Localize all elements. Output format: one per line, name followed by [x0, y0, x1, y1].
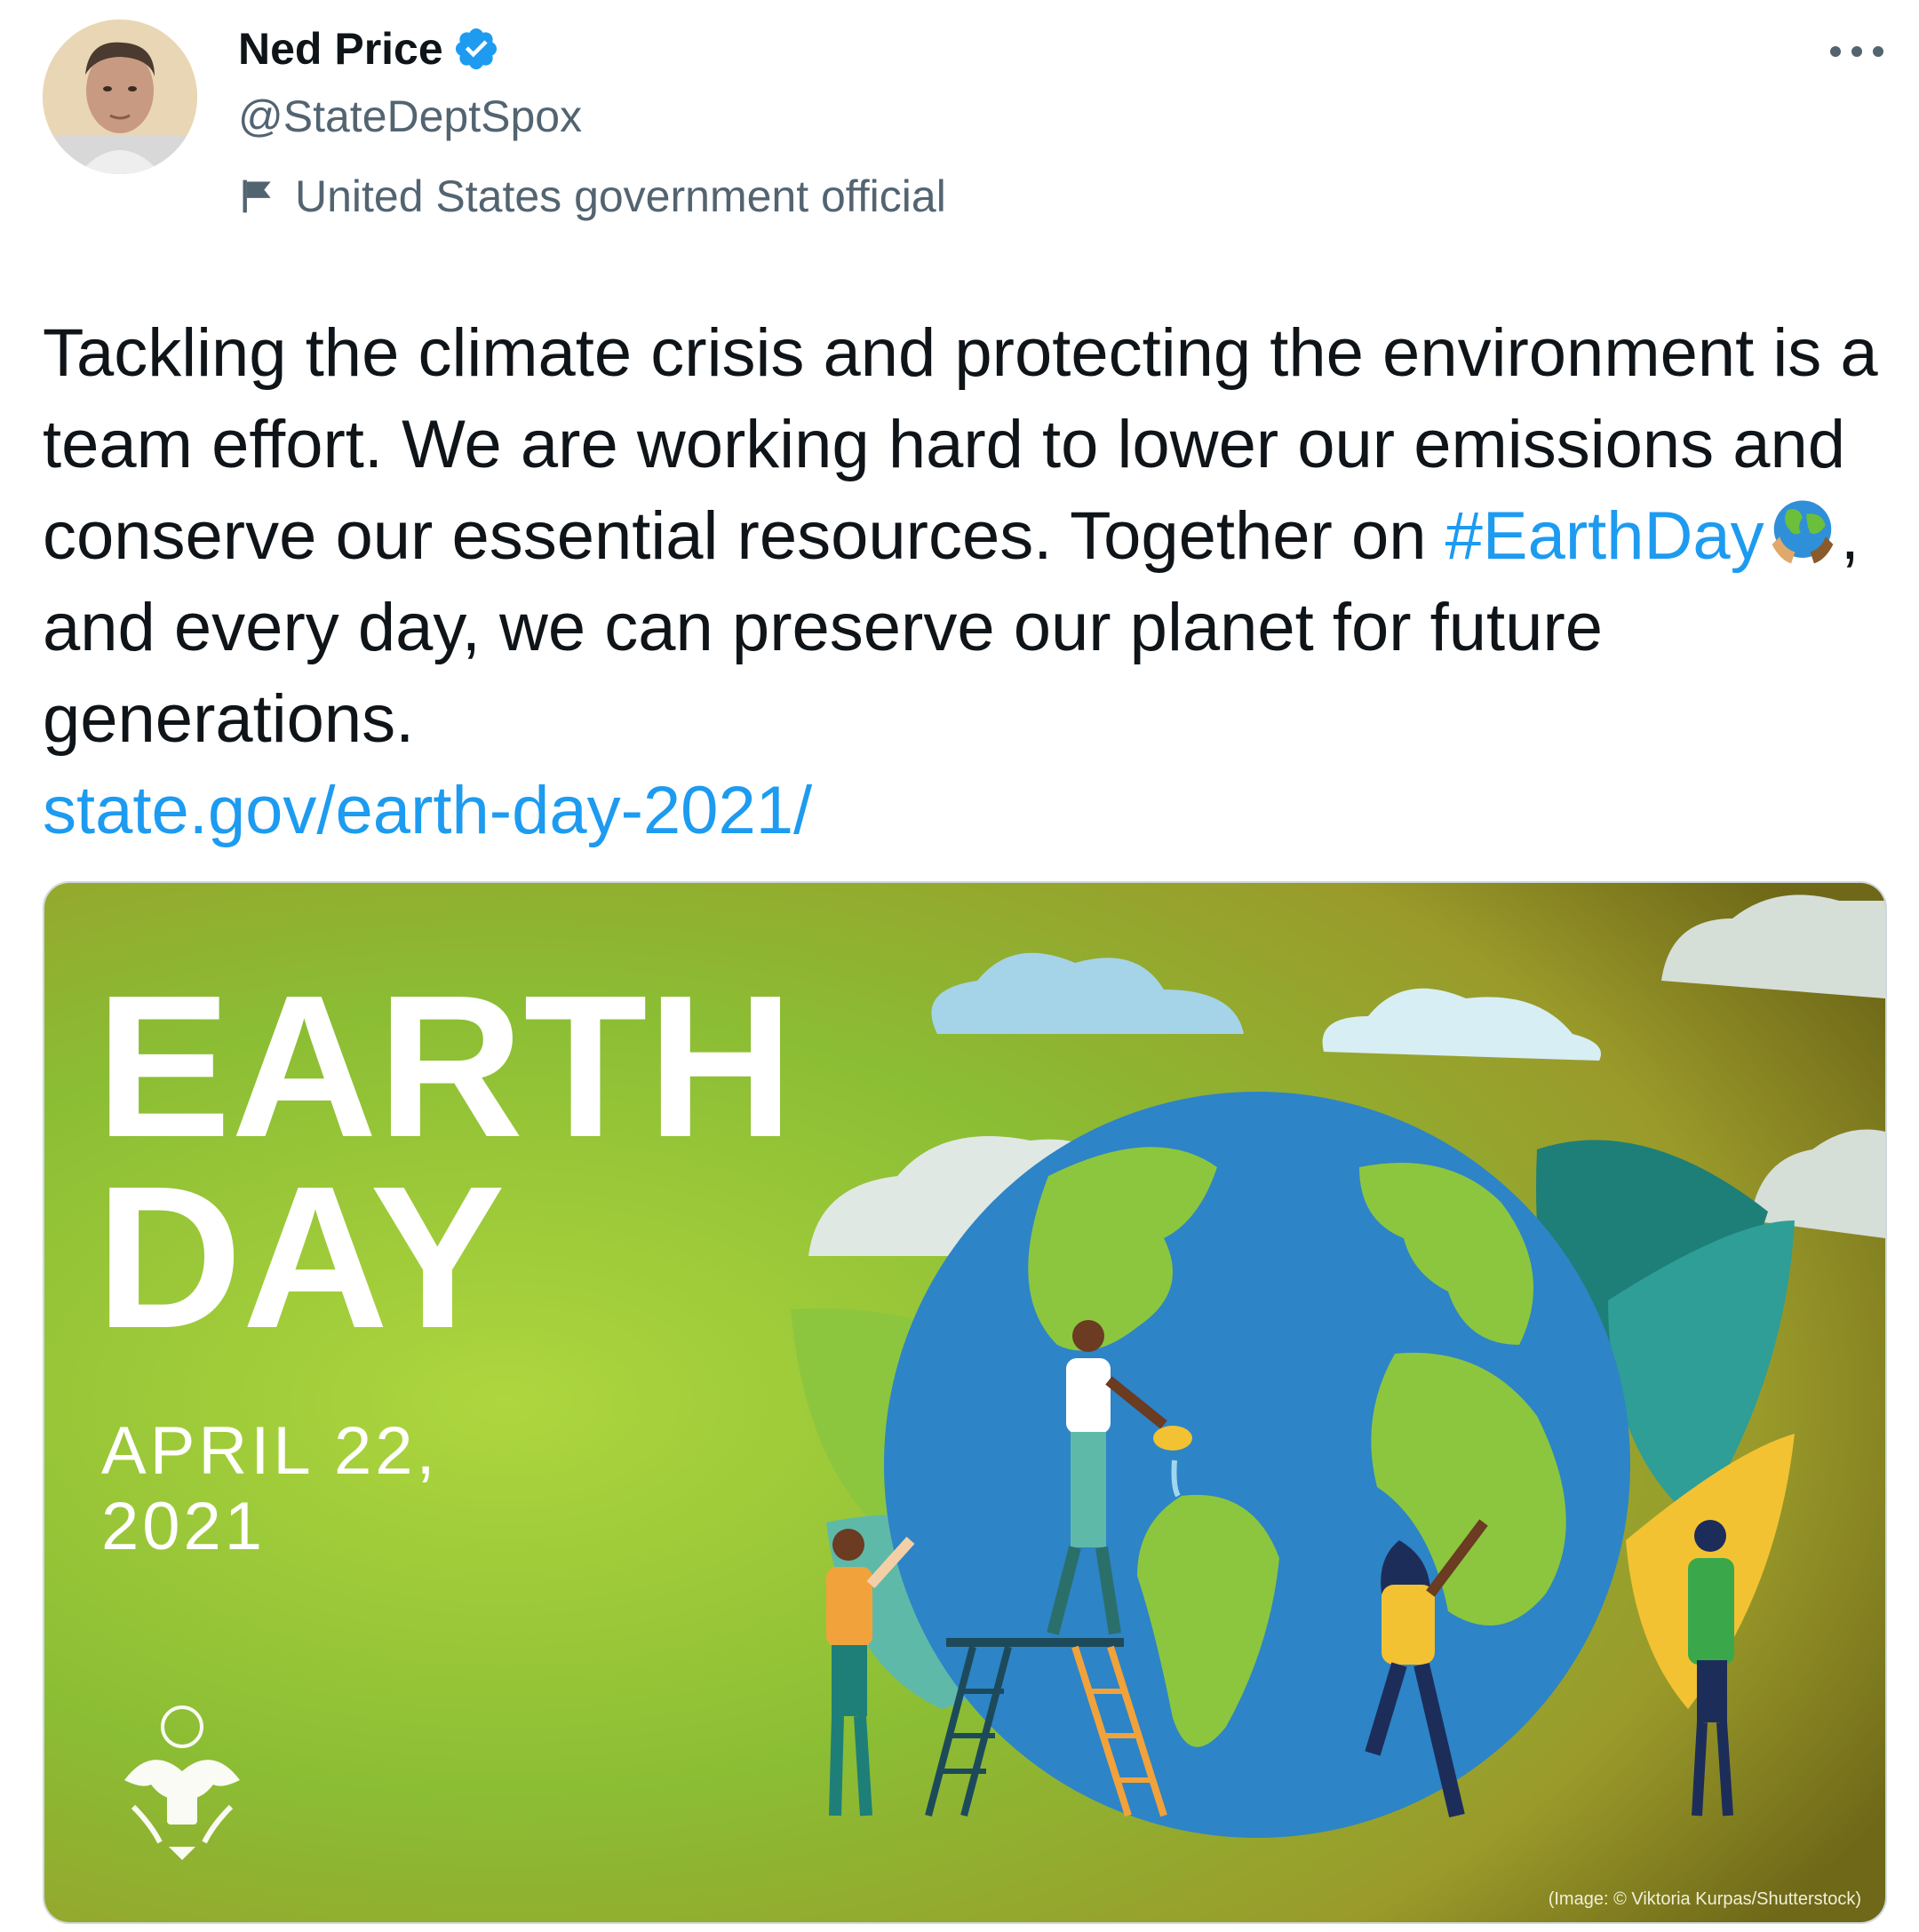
hashtag-earthday[interactable]: #EarthDay [1445, 498, 1764, 574]
date-line2: 2021 [101, 1489, 266, 1564]
author-avatar[interactable] [43, 20, 197, 174]
earth-globe-icon [1764, 495, 1841, 571]
government-label[interactable]: United States government official [238, 174, 946, 219]
avatar-photo [43, 20, 197, 174]
author-name-row: Ned Price [238, 25, 500, 73]
verified-badge-icon [452, 25, 500, 73]
author-display-name[interactable]: Ned Price [238, 27, 443, 71]
more-options-icon[interactable] [1830, 44, 1883, 59]
tweet-text: Tackling the climate crisis and protecti… [43, 307, 1908, 856]
government-label-text: United States government official [295, 171, 946, 221]
tweet-link[interactable]: state.gov/earth-day-2021/ [43, 773, 812, 848]
headline-line2: DAY [96, 1145, 505, 1371]
image-credit: (Image: © Viktoria Kurpas/Shutterstock) [1549, 1889, 1861, 1909]
tweet-media-image[interactable]: EARTH DAY APRIL 22, 2021 (Image: © Vikto… [43, 881, 1887, 1924]
date-line1: APRIL 22, [101, 1413, 439, 1489]
author-handle[interactable]: @StateDeptSpox [238, 94, 582, 139]
flag-icon [238, 177, 277, 216]
